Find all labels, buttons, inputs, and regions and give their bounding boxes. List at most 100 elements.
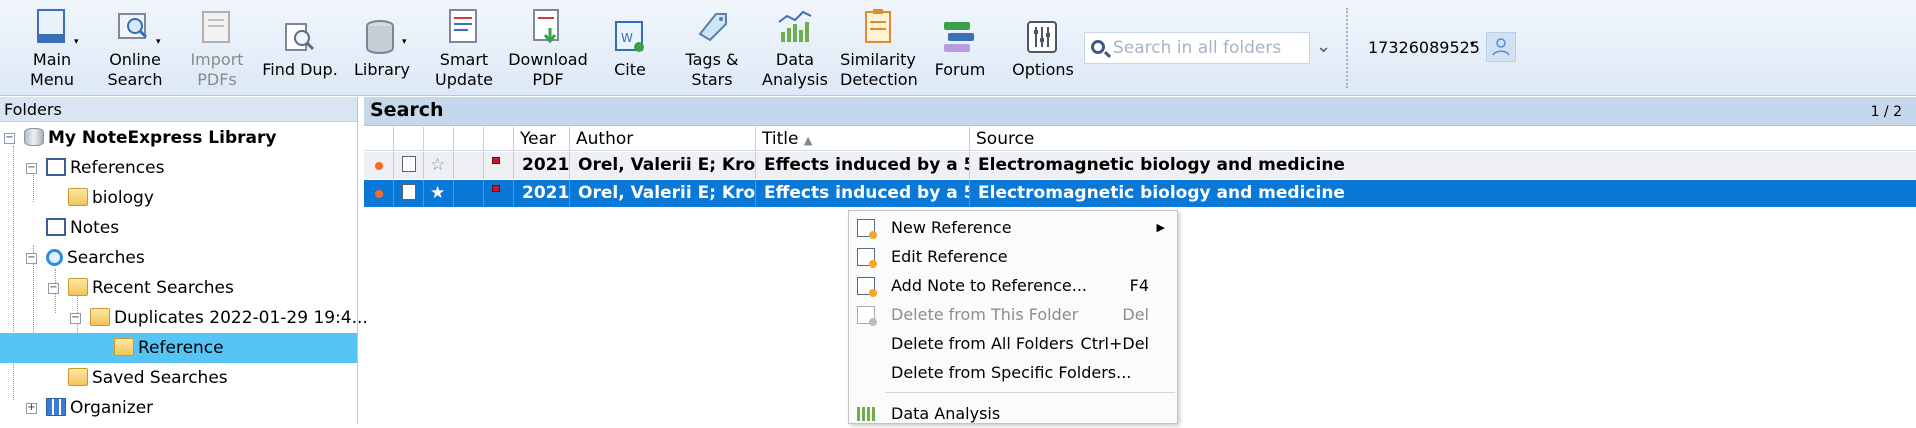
tree-item-searches[interactable]: Searches (46, 243, 145, 273)
search-dropdown-chevron-icon[interactable]: ⌄ (1316, 36, 1331, 57)
cell-title: Effects induced by a 50 ... (756, 152, 970, 179)
notes-icon (46, 218, 66, 236)
person-icon (1492, 38, 1510, 56)
tree-item-biology[interactable]: biology (68, 183, 154, 213)
tree-item-recent-searches[interactable]: Recent Searches (68, 273, 234, 303)
library-button[interactable]: ▾ Library (352, 6, 412, 92)
menu-item-new-reference[interactable]: New Reference ▶ (849, 213, 1177, 242)
tree-item-notes[interactable]: Notes (46, 213, 119, 243)
cell-title: Effects induced by a 50 ... (756, 180, 970, 207)
tags-stars-label: Tags & (685, 50, 739, 69)
import-pdfs-button[interactable]: Import PDFs (184, 6, 250, 92)
search-icon (1091, 40, 1105, 54)
similarity-detection-button[interactable]: Similarity Detection (840, 6, 918, 92)
import-pdfs-label-2: PDFs (197, 70, 237, 89)
cite-icon: W (615, 21, 644, 52)
column-header-year[interactable]: Year (514, 127, 570, 151)
unread-dot-icon (375, 162, 383, 170)
online-search-button[interactable]: ▾ Online Search (100, 6, 170, 92)
column-header-author[interactable]: Author (570, 127, 756, 151)
tree-item-duplicates[interactable]: Duplicates 2022-01-29 19:4... (90, 303, 368, 333)
tags-stars-button[interactable]: Tags & Stars (680, 6, 744, 92)
folders-header: Folders (0, 97, 357, 122)
forum-button[interactable]: Forum (930, 6, 990, 92)
tree-item-label: References (70, 158, 165, 178)
collapse-toggle[interactable]: − (26, 163, 37, 174)
menu-item-add-note[interactable]: Add Note to Reference... F4 (849, 271, 1177, 300)
column-header-attachment[interactable] (394, 127, 424, 151)
download-pdf-button[interactable]: Download PDF (508, 6, 588, 92)
tree-item-label: Organizer (70, 398, 154, 418)
search-input[interactable] (1113, 36, 1303, 60)
menu-item-shortcut: F4 (1129, 276, 1149, 295)
folder-icon (114, 338, 134, 356)
tree-line (33, 172, 34, 202)
collapse-toggle[interactable]: − (70, 313, 81, 324)
tree-item-references[interactable]: References (46, 153, 164, 183)
cell-author: Orel, Valerii E; Krotevych (570, 180, 756, 207)
tree-item-reference[interactable]: Reference (0, 333, 357, 363)
column-title-label: Title (762, 129, 799, 149)
chevron-down-icon: ▾ (402, 37, 407, 47)
tree-item-label: Duplicates 2022-01-29 19:4... (114, 308, 368, 328)
add-note-icon (857, 277, 877, 297)
smart-update-button[interactable]: Smart Update (432, 6, 496, 92)
tree-item-label: Searches (67, 248, 145, 268)
smart-update-label-2: Update (435, 70, 493, 89)
sort-ascending-icon: ▲ (803, 134, 813, 147)
download-pdf-icon (533, 9, 559, 44)
online-search-label: Online (109, 50, 161, 69)
cell-year: 2021 (514, 180, 570, 207)
account-dropdown-icon[interactable]: ▾ (1470, 40, 1475, 50)
cell-year: 2021 (514, 152, 570, 179)
column-header-blank[interactable] (454, 127, 484, 151)
column-header-source[interactable]: Source (970, 127, 1916, 151)
column-header-flag[interactable] (484, 127, 514, 151)
pane-header: Search 1 / 2 (364, 97, 1916, 126)
forum-label: Forum (934, 60, 986, 79)
expand-toggle[interactable]: + (26, 403, 37, 414)
similarity-detection-label-2: Detection (840, 70, 918, 89)
tree-item-saved-searches[interactable]: Saved Searches (68, 363, 228, 393)
column-header-read[interactable] (364, 127, 394, 151)
menu-item-label: Data Analysis (891, 404, 1001, 423)
star-icon: ★ (430, 183, 446, 203)
options-label: Options (1012, 60, 1074, 79)
menu-separator (885, 392, 1175, 393)
column-header-title[interactable]: Title ▲ (756, 127, 970, 151)
menu-item-label: Add Note to Reference... (891, 276, 1087, 295)
column-header-star[interactable] (424, 127, 454, 151)
account-id[interactable]: 17326089525 (1368, 38, 1480, 57)
options-icon (1027, 21, 1057, 53)
menu-item-delete-from-specific-folders[interactable]: Delete from Specific Folders... (849, 358, 1177, 387)
main-menu-icon (37, 9, 65, 43)
new-reference-icon (857, 219, 877, 239)
tags-stars-label-2: Stars (691, 70, 733, 89)
download-pdf-label: Download (508, 50, 588, 69)
menu-item-shortcut: Del (1122, 305, 1149, 324)
cite-button[interactable]: W Cite (600, 6, 660, 92)
table-row[interactable]: ☆ 2021 Orel, Valerii E; Krotevych Effect… (364, 152, 1916, 179)
table-row-selected[interactable]: ★ 2021 Orel, Valerii E; Krotevych Effect… (364, 180, 1916, 207)
tree-item-organizer[interactable]: Organizer (46, 393, 153, 423)
menu-item-delete-from-all-folders[interactable]: Delete from All Folders Ctrl+Del (849, 329, 1177, 358)
data-analysis-button[interactable]: Data Analysis (760, 6, 830, 92)
collapse-toggle[interactable]: − (48, 283, 59, 294)
document-icon (402, 184, 416, 200)
tree-item-library[interactable]: My NoteExpress Library (24, 123, 276, 153)
main-menu-button[interactable]: ▾ Main Menu (18, 6, 86, 92)
toolbar-separator (1346, 8, 1348, 88)
options-button[interactable]: Options (1008, 6, 1078, 92)
menu-item-edit-reference[interactable]: Edit Reference (849, 242, 1177, 271)
chevron-down-icon: ▾ (74, 37, 79, 47)
collapse-toggle[interactable]: − (26, 253, 37, 264)
tree-item-label: Recent Searches (92, 278, 234, 298)
find-duplicates-button[interactable]: Find Dup. (262, 6, 338, 92)
delete-icon (857, 306, 877, 326)
menu-item-delete-from-this-folder[interactable]: Delete from This Folder Del (849, 300, 1177, 329)
folder-icon (68, 278, 88, 296)
tree-item-label: My NoteExpress Library (48, 128, 277, 148)
user-profile-button[interactable] (1486, 32, 1516, 62)
tag-icon (698, 13, 727, 42)
collapse-toggle[interactable]: − (4, 133, 15, 144)
